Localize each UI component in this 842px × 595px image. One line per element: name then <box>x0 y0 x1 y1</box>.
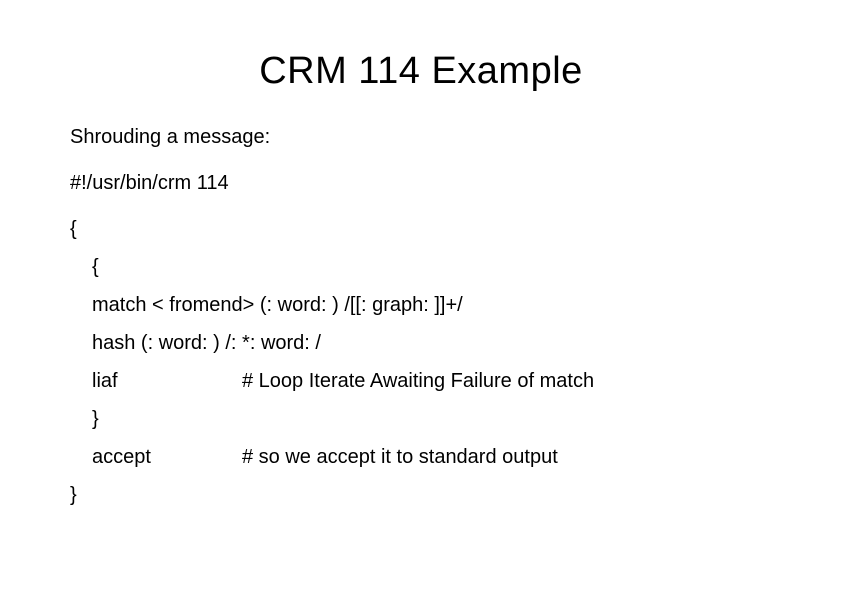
code-hash: hash (: word: ) /: *: word: / <box>70 327 772 359</box>
slide-body: Shrouding a message: #!/usr/bin/crm 114 … <box>70 121 772 511</box>
code-liaf-comment: # Loop Iterate Awaiting Failure of match <box>242 365 594 397</box>
brace-close-inner: } <box>70 403 772 435</box>
brace-open-outer: { <box>70 213 772 245</box>
slide-title: CRM 114 Example <box>70 50 772 93</box>
code-accept-line: accept # so we accept it to standard out… <box>70 441 772 473</box>
code-match: match < fromend> (: word: ) /[[: graph: … <box>70 289 772 321</box>
brace-open-inner: { <box>70 251 772 283</box>
code-shebang: #!/usr/bin/crm 114 <box>70 167 772 199</box>
code-liaf-line: liaf # Loop Iterate Awaiting Failure of … <box>70 365 772 397</box>
code-accept-comment: # so we accept it to standard output <box>242 441 558 473</box>
code-accept-kw: accept <box>92 441 242 473</box>
slide: CRM 114 Example Shrouding a message: #!/… <box>0 0 842 595</box>
brace-close-outer: } <box>70 479 772 511</box>
text-intro: Shrouding a message: <box>70 121 772 153</box>
code-liaf-kw: liaf <box>92 365 242 397</box>
